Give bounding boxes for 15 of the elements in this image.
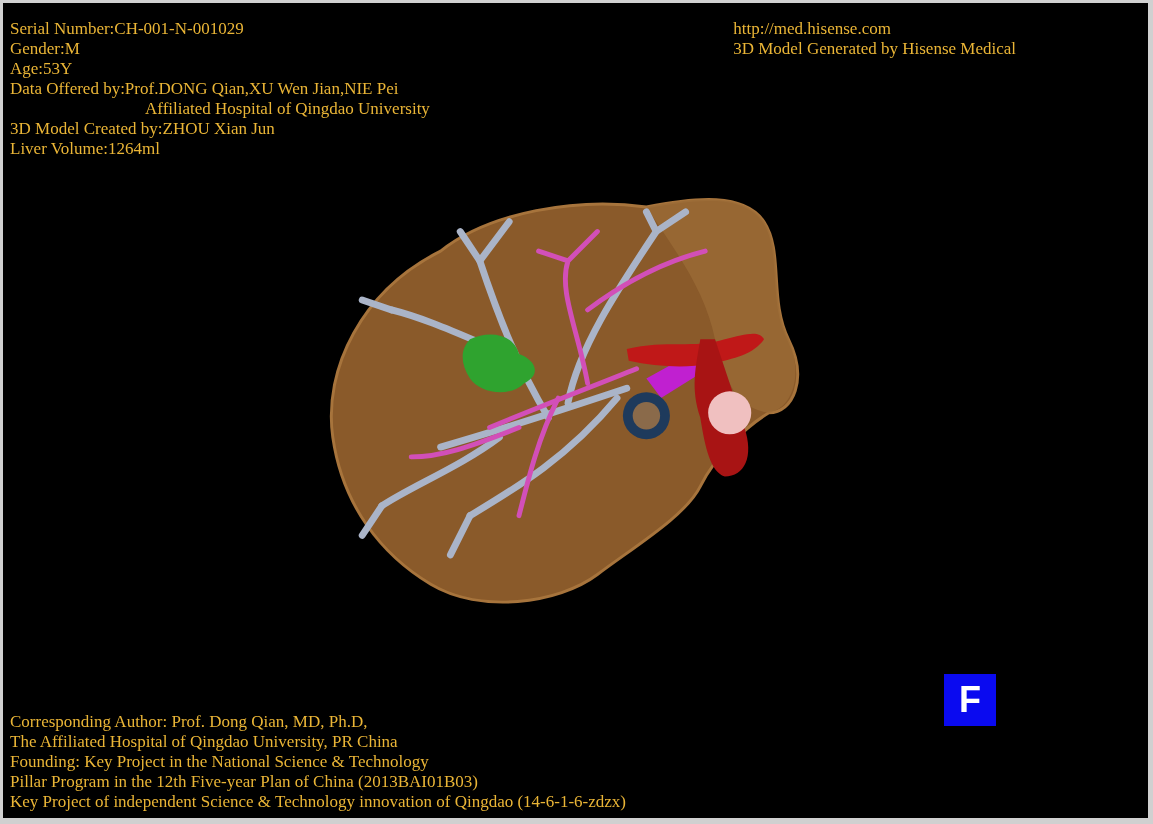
info-text: 3D Model Created by:ZHOU Xian Jun <box>10 119 275 139</box>
info-text: Gender:M <box>10 39 80 59</box>
info-text: Affiliated Hospital of Qingdao University <box>145 99 430 119</box>
credit-text: Key Project of independent Science & Technology innovation of Qingdao (14-6-1-6-zdzx) <box>10 792 626 812</box>
vendor-text: 3D Model Generated by Hisense Medical <box>733 39 1016 59</box>
credit-text: The Affiliated Hospital of Qingdao University, PR China <box>10 732 398 752</box>
info-text: Serial Number:CH-001-N-001029 <box>10 19 244 39</box>
view-orientation-badge: F <box>944 674 996 726</box>
credit-text: Corresponding Author: Prof. Dong Qian, MD, Ph.D, <box>10 712 368 732</box>
vendor-text: http://med.hisense.com <box>733 19 891 39</box>
info-text: Liver Volume:1264ml <box>10 139 160 159</box>
credit-text: Founding: Key Project in the National Science & Technology <box>10 752 429 772</box>
info-text: Data Offered by:Prof.DONG Qian,XU Wen Jian,NIE Pei <box>10 79 399 99</box>
credit-text: Pillar Program in the 12th Five-year Plan of China (2013BAI01B03) <box>10 772 478 792</box>
info-text: Age:53Y <box>10 59 73 79</box>
